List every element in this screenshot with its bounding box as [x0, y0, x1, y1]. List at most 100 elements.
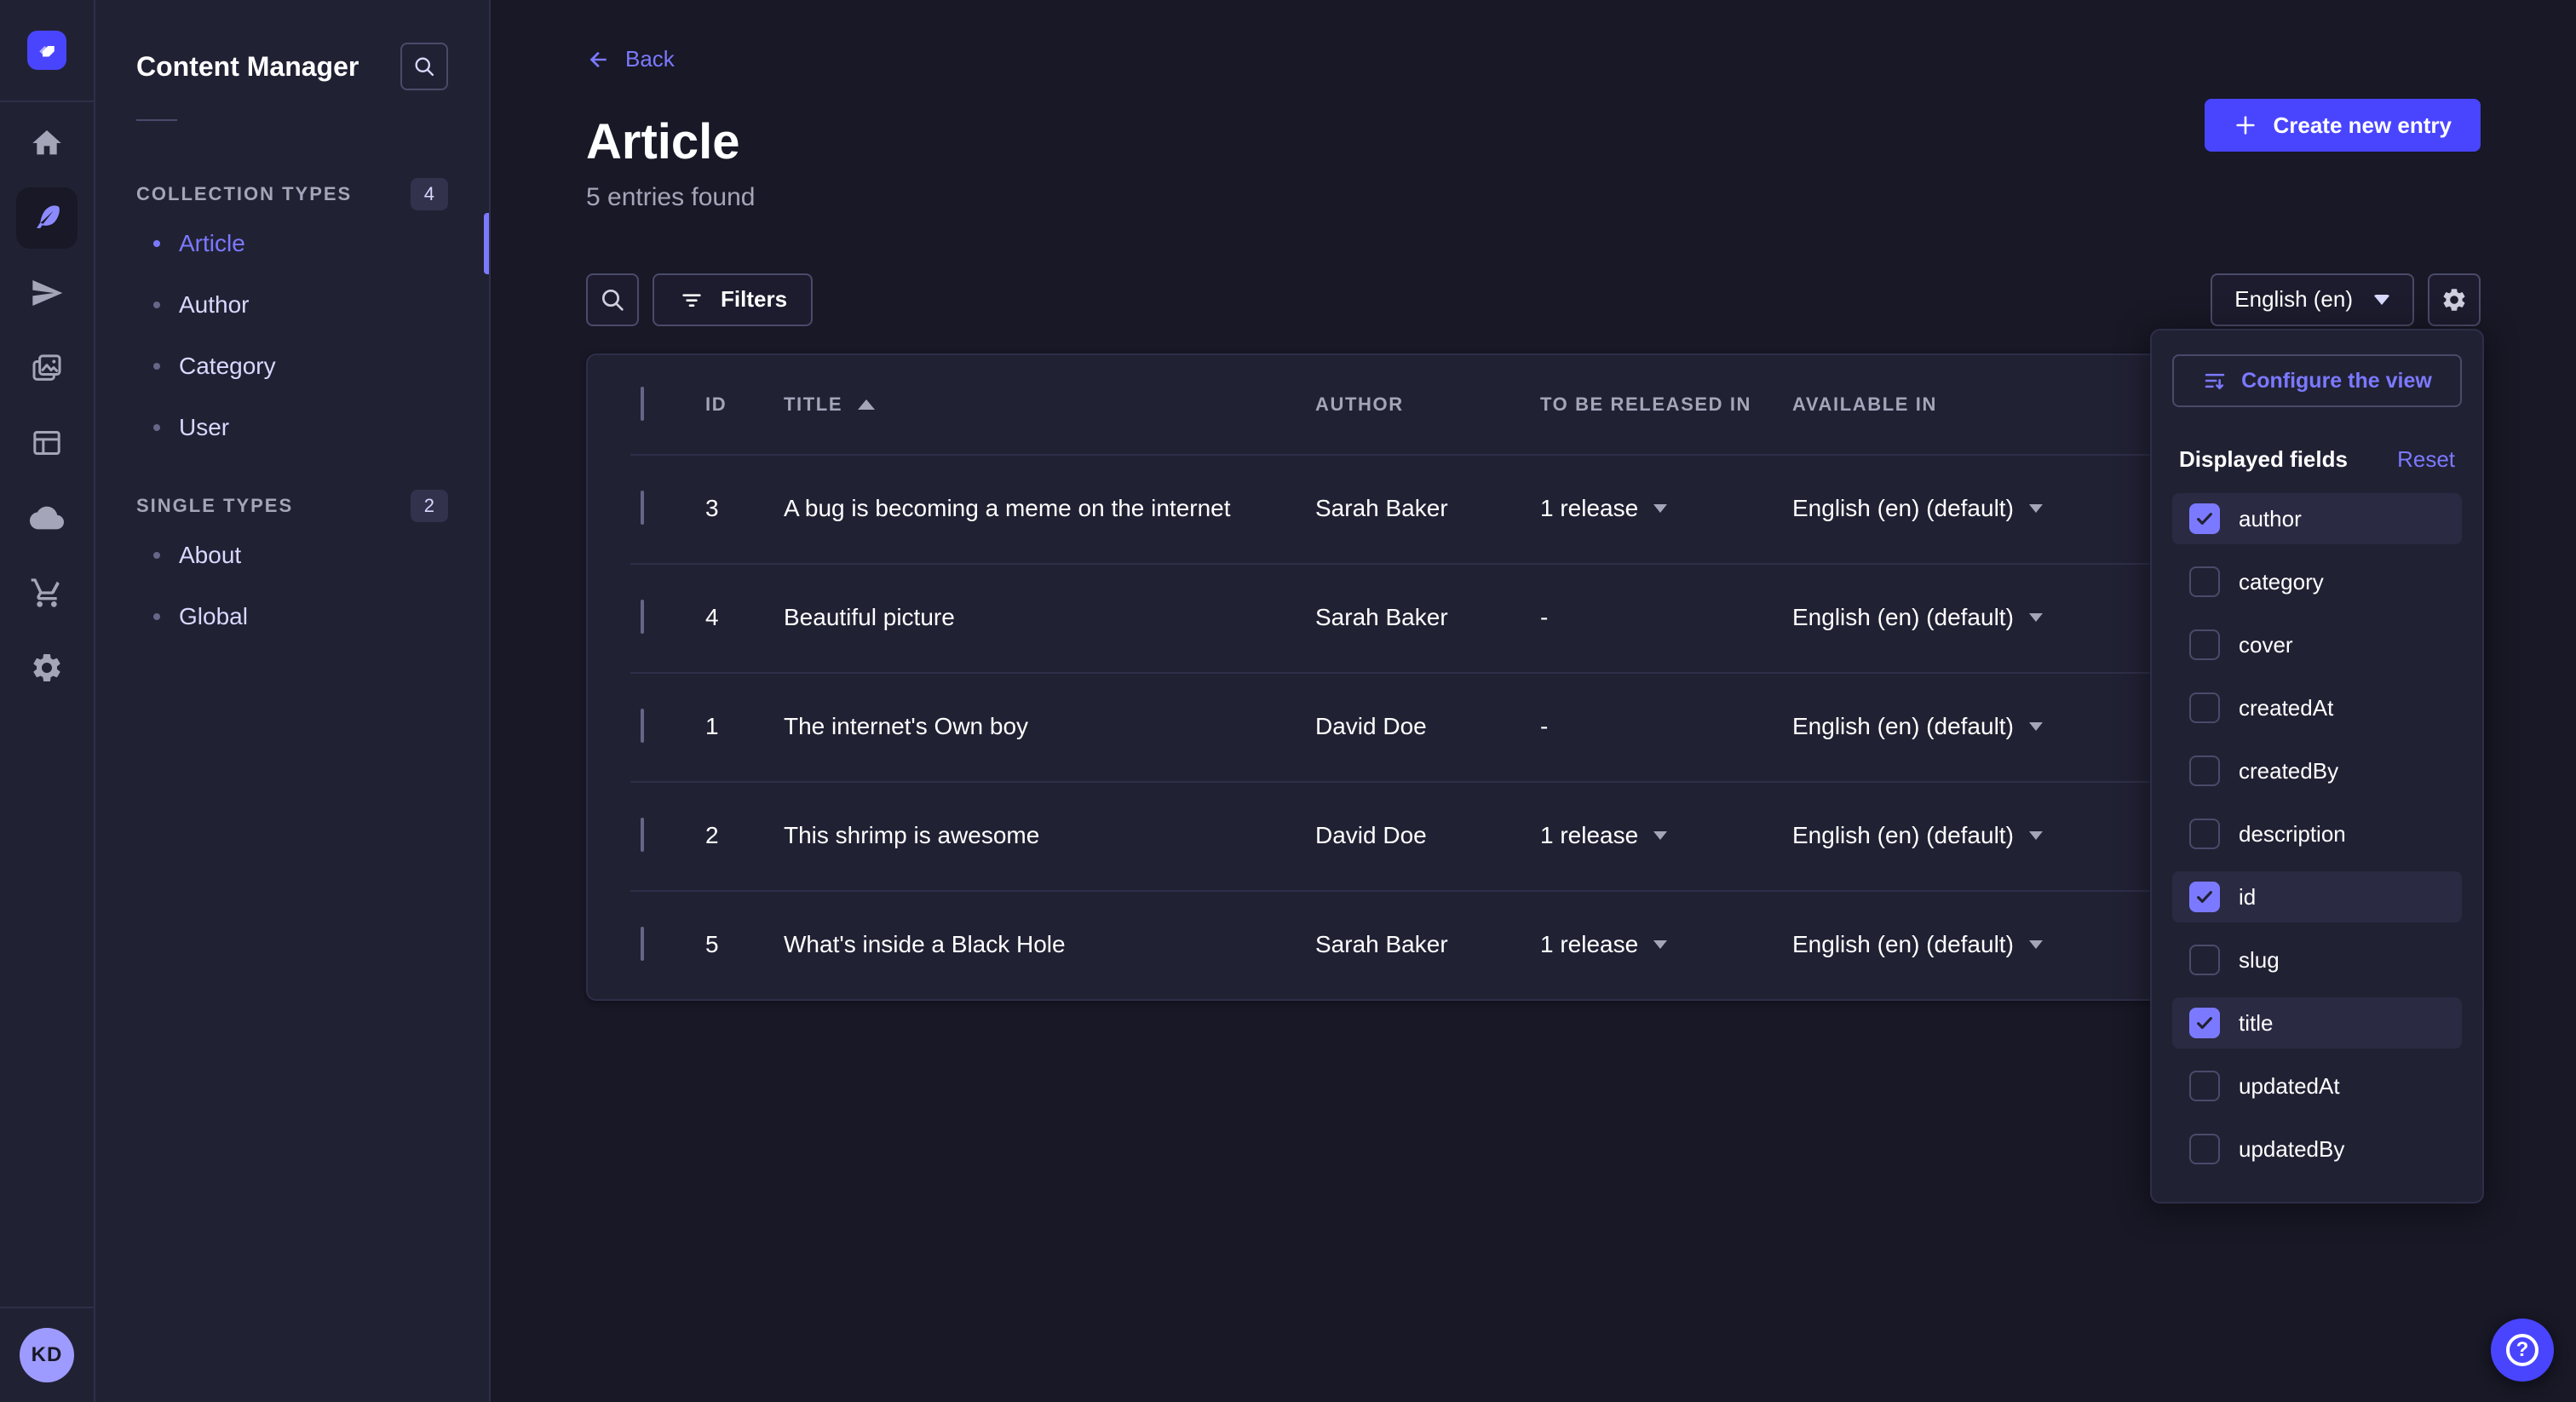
help-button[interactable]: ? — [2491, 1319, 2554, 1382]
bullet-icon — [153, 302, 160, 308]
field-checkbox[interactable] — [2189, 629, 2220, 660]
column-header-id[interactable]: ID — [705, 394, 784, 416]
cell-id: 3 — [705, 495, 784, 522]
filters-button[interactable]: Filters — [653, 273, 813, 326]
field-checkbox[interactable] — [2189, 1134, 2220, 1164]
strapi-logo-icon[interactable] — [27, 31, 66, 70]
view-settings-button[interactable] — [2428, 273, 2481, 326]
sidebar-item-label: Article — [179, 230, 245, 257]
field-checkbox[interactable] — [2189, 566, 2220, 597]
collection-types-count-badge: 4 — [411, 178, 448, 210]
field-item-description[interactable]: description — [2172, 808, 2462, 859]
field-item-createdAt[interactable]: createdAt — [2172, 682, 2462, 733]
field-label: createdBy — [2239, 758, 2338, 784]
row-checkbox[interactable] — [641, 491, 644, 525]
field-checkbox[interactable] — [2189, 945, 2220, 975]
gear-icon — [30, 651, 64, 685]
field-checkbox[interactable] — [2189, 819, 2220, 849]
cell-title: This shrimp is awesome — [784, 822, 1315, 849]
field-label: category — [2239, 569, 2324, 595]
avatar-wrap: KD — [0, 1308, 94, 1402]
field-item-updatedAt[interactable]: updatedAt — [2172, 1060, 2462, 1112]
cell-author: Sarah Baker — [1315, 931, 1540, 958]
collection-types-header: COLLECTION TYPES 4 — [136, 175, 448, 213]
column-header-releases[interactable]: TO BE RELEASED IN — [1540, 394, 1792, 416]
nav-content-type-builder[interactable] — [0, 405, 95, 480]
back-link[interactable]: Back — [586, 46, 675, 72]
sidebar-title: Content Manager — [136, 51, 359, 83]
configure-list-icon — [2202, 368, 2228, 394]
row-select-cell — [588, 710, 705, 742]
nav-cloud[interactable] — [0, 480, 95, 555]
create-new-entry-button[interactable]: Create new entry — [2205, 99, 2481, 152]
column-header-author[interactable]: AUTHOR — [1315, 394, 1540, 416]
row-checkbox[interactable] — [641, 818, 644, 852]
field-item-category[interactable]: category — [2172, 556, 2462, 607]
field-item-id[interactable]: id — [2172, 871, 2462, 922]
nav-settings[interactable] — [0, 630, 95, 705]
column-header-title[interactable]: TITLE — [784, 394, 1315, 416]
row-checkbox[interactable] — [641, 927, 644, 961]
check-icon — [2194, 887, 2215, 907]
configure-view-button[interactable]: Configure the view — [2172, 354, 2462, 407]
field-item-title[interactable]: title — [2172, 997, 2462, 1049]
field-item-createdBy[interactable]: createdBy — [2172, 745, 2462, 796]
locale-select[interactable]: English (en) — [2211, 273, 2414, 326]
chevron-down-icon — [2373, 295, 2390, 305]
row-checkbox[interactable] — [641, 709, 644, 743]
nav-marketplace[interactable] — [0, 555, 95, 630]
field-checkbox[interactable] — [2189, 756, 2220, 786]
sidebar-item-about[interactable]: About — [136, 525, 448, 586]
field-item-cover[interactable]: cover — [2172, 619, 2462, 670]
user-avatar[interactable]: KD — [20, 1328, 74, 1382]
chevron-down-icon — [2029, 722, 2043, 731]
chevron-down-icon — [2029, 613, 2043, 622]
field-item-author[interactable]: author — [2172, 493, 2462, 544]
select-all-checkbox[interactable] — [641, 387, 644, 421]
field-item-slug[interactable]: slug — [2172, 934, 2462, 985]
field-item-updatedBy[interactable]: updatedBy — [2172, 1123, 2462, 1175]
sidebar-item-category[interactable]: Category — [136, 336, 448, 397]
field-checkbox[interactable] — [2189, 1008, 2220, 1038]
check-icon — [2194, 509, 2215, 529]
cell-releases[interactable]: - — [1540, 713, 1792, 740]
locale-selected-value: English (en) — [2234, 286, 2353, 313]
nav-home[interactable] — [0, 106, 95, 181]
field-label: updatedBy — [2239, 1136, 2344, 1163]
chevron-down-icon — [2029, 940, 2043, 949]
cell-releases[interactable]: 1 release — [1540, 822, 1792, 849]
cell-id: 1 — [705, 713, 784, 740]
nav-releases[interactable] — [0, 256, 95, 330]
sidebar-item-global[interactable]: Global — [136, 586, 448, 647]
field-label: author — [2239, 506, 2302, 532]
sidebar-header: Content Manager — [136, 41, 448, 92]
sidebar-item-article[interactable]: Article — [136, 213, 448, 274]
search-button[interactable] — [586, 273, 639, 326]
gear-icon — [2441, 286, 2468, 313]
search-icon — [599, 286, 626, 313]
field-checkbox[interactable] — [2189, 692, 2220, 723]
sidebar-item-author[interactable]: Author — [136, 274, 448, 336]
row-checkbox[interactable] — [641, 600, 644, 634]
cloud-icon — [30, 501, 64, 535]
cell-releases[interactable]: 1 release — [1540, 495, 1792, 522]
row-select-cell — [588, 928, 705, 960]
field-checkbox[interactable] — [2189, 503, 2220, 534]
entries-count: 5 entries found — [586, 183, 2481, 212]
configure-view-label: Configure the view — [2241, 369, 2432, 394]
nav-content-manager[interactable] — [0, 181, 95, 256]
cell-releases[interactable]: - — [1540, 604, 1792, 631]
cell-title: Beautiful picture — [784, 604, 1315, 631]
reset-button[interactable]: Reset — [2397, 446, 2455, 473]
sidebar-search-button[interactable] — [400, 43, 448, 90]
field-checkbox[interactable] — [2189, 882, 2220, 912]
rail-nav — [0, 102, 94, 705]
field-label: slug — [2239, 947, 2280, 974]
icon-rail: KD — [0, 0, 95, 1402]
cell-id: 2 — [705, 822, 784, 849]
field-checkbox[interactable] — [2189, 1071, 2220, 1101]
sidebar-item-user[interactable]: User — [136, 397, 448, 458]
cell-releases[interactable]: 1 release — [1540, 931, 1792, 958]
nav-media-library[interactable] — [0, 330, 95, 405]
paper-plane-icon — [30, 276, 64, 310]
